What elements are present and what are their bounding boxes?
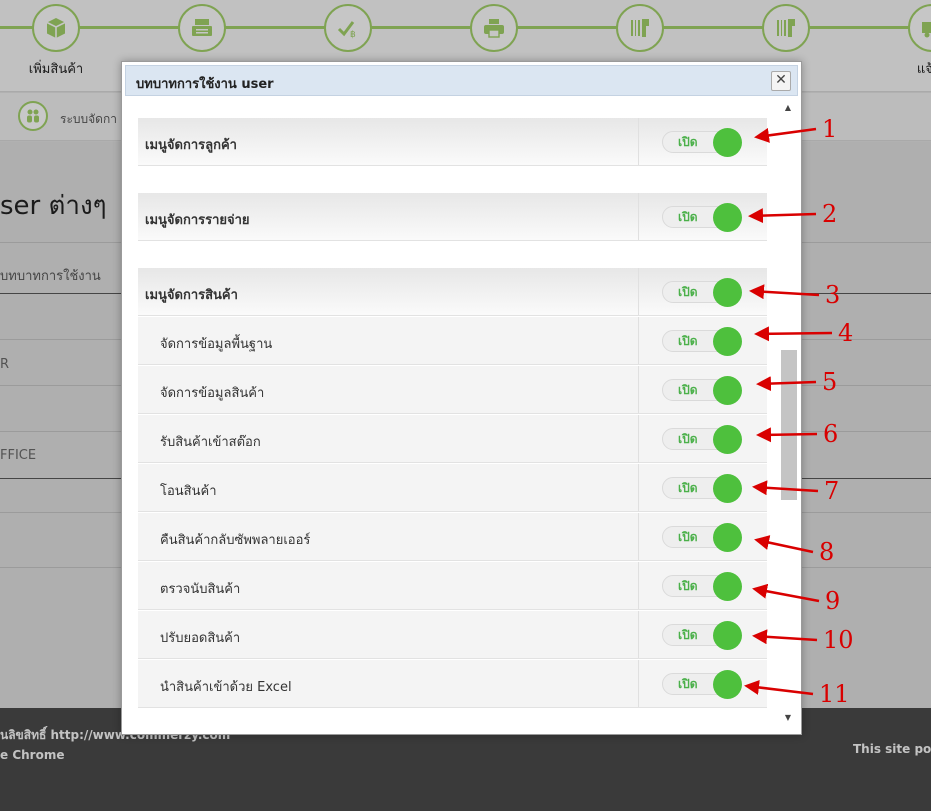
dialog-title: บทบาทการใช้งาน user <box>136 77 274 92</box>
toggle-knob[interactable] <box>713 670 742 699</box>
toggle-knob[interactable] <box>713 376 742 405</box>
row-divider <box>638 118 639 165</box>
row-divider <box>638 366 639 413</box>
permission-menu-row: เมนูจัดการรายจ่าย เปิด <box>138 193 767 241</box>
permission-toggle[interactable]: เปิด <box>662 203 744 232</box>
toggle-knob[interactable] <box>713 128 742 157</box>
toggle-knob[interactable] <box>713 278 742 307</box>
permission-submenu-row: ตรวจนับสินค้า เปิด <box>138 562 767 610</box>
permission-submenu-row: นำสินค้าเข้าด้วย Excel เปิด <box>138 660 767 708</box>
toggle-on-label: เปิด <box>678 383 698 397</box>
row-divider <box>638 268 639 315</box>
permission-menu-row: เมนูจัดการลูกค้า เปิด <box>138 118 767 166</box>
row-divider <box>638 415 639 462</box>
permission-toggle[interactable]: เปิด <box>662 474 744 503</box>
toggle-on-label: เปิด <box>678 135 698 149</box>
permission-toggle[interactable]: เปิด <box>662 376 744 405</box>
permission-submenu-row: รับสินค้าเข้าสต๊อก เปิด <box>138 415 767 463</box>
row-divider <box>638 317 639 364</box>
scroll-down-arrow-icon[interactable]: ▼ <box>778 713 798 725</box>
row-divider <box>638 660 639 707</box>
row-divider <box>638 611 639 658</box>
permission-toggle[interactable]: เปิด <box>662 425 744 454</box>
permission-label: เมนูจัดการสินค้า <box>145 288 238 303</box>
toggle-on-label: เปิด <box>678 530 698 544</box>
permission-label: จัดการข้อมูลพื้นฐาน <box>160 337 273 352</box>
permission-submenu-row: ปรับยอดสินค้า เปิด <box>138 611 767 659</box>
permission-submenu-row: โอนสินค้า เปิด <box>138 464 767 512</box>
permission-submenu-row: คืนสินค้ากลับซัพพลายเออร์ เปิด <box>138 513 767 561</box>
toggle-on-label: เปิด <box>678 579 698 593</box>
toggle-on-label: เปิด <box>678 285 698 299</box>
permission-label: จัดการข้อมูลสินค้า <box>160 386 265 401</box>
permission-toggle[interactable]: เปิด <box>662 523 744 552</box>
toggle-knob[interactable] <box>713 572 742 601</box>
permission-label: ปรับยอดสินค้า <box>160 631 241 646</box>
dialog-header: บทบาทการใช้งาน user ✕ <box>125 65 798 96</box>
permission-label: นำสินค้าเข้าด้วย Excel <box>160 680 292 695</box>
permission-label: ตรวจนับสินค้า <box>160 582 241 597</box>
toggle-knob[interactable] <box>713 425 742 454</box>
permission-toggle[interactable]: เปิด <box>662 572 744 601</box>
toggle-on-label: เปิด <box>678 677 698 691</box>
permission-toggle[interactable]: เปิด <box>662 327 744 356</box>
row-divider <box>638 513 639 560</box>
permission-toggle[interactable]: เปิด <box>662 128 744 157</box>
permission-submenu-row: จัดการข้อมูลสินค้า เปิด <box>138 366 767 414</box>
permission-submenu-row: จัดการข้อมูลพื้นฐาน เปิด <box>138 317 767 365</box>
permission-menu-row: เมนูจัดการสินค้า เปิด <box>138 268 767 316</box>
row-divider <box>638 464 639 511</box>
toggle-knob[interactable] <box>713 621 742 650</box>
scroll-up-arrow-icon[interactable]: ▲ <box>778 103 798 115</box>
toggle-on-label: เปิด <box>678 334 698 348</box>
toggle-knob[interactable] <box>713 474 742 503</box>
toggle-knob[interactable] <box>713 203 742 232</box>
row-divider <box>638 562 639 609</box>
row-divider <box>638 193 639 240</box>
permission-label: เมนูจัดการรายจ่าย <box>145 213 250 228</box>
permission-toggle[interactable]: เปิด <box>662 278 744 307</box>
role-permission-dialog: บทบาทการใช้งาน user ✕ ▲ ▼ เมนูจัดการลูกค… <box>121 61 802 735</box>
permission-toggle[interactable]: เปิด <box>662 670 744 699</box>
permission-label: รับสินค้าเข้าสต๊อก <box>160 435 261 450</box>
scrollbar-thumb[interactable] <box>781 350 797 500</box>
toggle-on-label: เปิด <box>678 481 698 495</box>
toggle-on-label: เปิด <box>678 210 698 224</box>
toggle-knob[interactable] <box>713 327 742 356</box>
permission-label: คืนสินค้ากลับซัพพลายเออร์ <box>160 533 311 548</box>
toggle-on-label: เปิด <box>678 628 698 642</box>
close-icon[interactable]: ✕ <box>771 71 791 91</box>
toggle-on-label: เปิด <box>678 432 698 446</box>
toggle-knob[interactable] <box>713 523 742 552</box>
permission-label: เมนูจัดการลูกค้า <box>145 138 237 153</box>
permission-label: โอนสินค้า <box>160 484 217 499</box>
permission-toggle[interactable]: เปิด <box>662 621 744 650</box>
